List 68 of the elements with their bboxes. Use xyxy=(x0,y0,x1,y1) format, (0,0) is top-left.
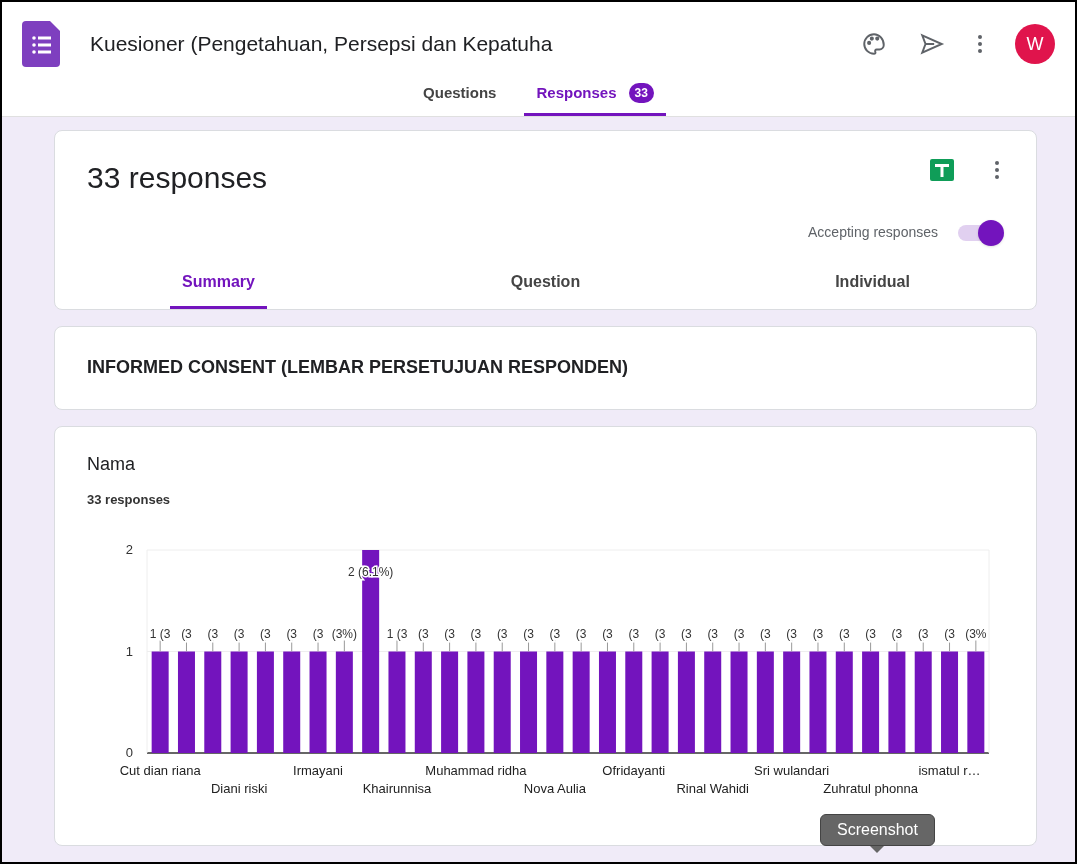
data-label: (3 xyxy=(470,626,482,641)
accepting-label: Accepting responses xyxy=(808,223,938,242)
summary-tab[interactable]: Individual xyxy=(823,261,922,309)
data-label: (3%) xyxy=(331,626,357,641)
data-label: (3 xyxy=(628,626,640,641)
data-label: (3 xyxy=(312,626,324,641)
data-label: (3 xyxy=(733,626,745,641)
data-label: 1 (3 xyxy=(149,626,171,641)
summary-tab[interactable]: Summary xyxy=(170,261,267,309)
data-label: (3 xyxy=(944,626,955,641)
data-label: (3 xyxy=(575,626,587,641)
category-label: Irmayani xyxy=(293,763,343,778)
data-label: (3 xyxy=(891,626,903,641)
data-label: (3 xyxy=(207,626,219,641)
data-label: (3 xyxy=(417,626,429,641)
data-label: (3 xyxy=(917,626,929,641)
category-label: Khairunnisa xyxy=(362,781,432,796)
y-tick-label: 1 xyxy=(125,643,133,659)
data-label: (3 xyxy=(681,626,692,641)
responses-heading: 33 responses xyxy=(87,159,268,196)
section-title: INFORMED CONSENT (LEMBAR PERSETUJUAN RESPONDEN) xyxy=(87,356,629,379)
category-label: Muhammad ridha xyxy=(425,763,527,778)
category-label: Cut dian riana xyxy=(119,763,201,778)
toggle-switch[interactable] xyxy=(958,219,1004,246)
data-label: (3 xyxy=(602,626,613,641)
send-icon[interactable] xyxy=(919,31,945,57)
category-label: ismatul r… xyxy=(918,763,981,778)
data-label: (3 xyxy=(286,626,298,641)
tab-label: Responses xyxy=(536,83,617,103)
category-label: Diani riski xyxy=(210,781,268,796)
category-label: Sri wulandari xyxy=(754,763,830,778)
data-label: (3 xyxy=(233,626,245,641)
spreadsheet-icon[interactable] xyxy=(930,158,954,181)
category-label: Rinal Wahidi xyxy=(676,781,749,796)
forms-logo-icon[interactable] xyxy=(22,21,62,67)
data-label: (3 xyxy=(496,626,508,641)
data-label: (3 xyxy=(707,626,719,641)
form-title[interactable]: Kuesioner (Pengetahuan, Persepsi dan Kepatuha xyxy=(90,28,553,60)
tooltip: Screenshot xyxy=(820,814,935,853)
data-label: (3 xyxy=(260,626,271,641)
category-label: Ofridayanti xyxy=(602,763,666,778)
nav-tab[interactable]: Questions xyxy=(411,78,509,116)
palette-icon[interactable] xyxy=(861,31,887,57)
more-icon[interactable] xyxy=(977,34,983,54)
tab-label: Questions xyxy=(423,83,497,103)
nav-tab[interactable]: Responses 33 xyxy=(524,78,666,116)
data-label: (3 xyxy=(654,626,666,641)
summary-tab[interactable]: Question xyxy=(498,261,593,309)
avatar[interactable]: W xyxy=(1015,24,1055,64)
data-label: (3 xyxy=(444,626,455,641)
data-label: (3 xyxy=(838,626,850,641)
data-label: (3 xyxy=(181,626,192,641)
data-label: (3 xyxy=(523,626,534,641)
y-tick-label: 2 xyxy=(125,542,133,557)
data-label: (3 xyxy=(549,626,561,641)
question-title: Nama xyxy=(86,452,136,476)
response-count: 33 responses xyxy=(86,490,172,509)
data-label: (3 xyxy=(786,626,797,641)
data-label: (3 xyxy=(865,626,876,641)
data-label: (3 xyxy=(812,626,824,641)
category-label: Zuhratul phonna xyxy=(823,781,918,796)
count-badge: 33 xyxy=(628,83,654,104)
data-label: (3% xyxy=(965,626,987,641)
data-label: (3 xyxy=(760,626,771,641)
data-label: 1 (3 xyxy=(386,626,408,641)
category-label: Nova Aulia xyxy=(523,781,586,796)
more-icon[interactable] xyxy=(994,159,1000,180)
y-tick-label: 0 xyxy=(125,745,133,760)
